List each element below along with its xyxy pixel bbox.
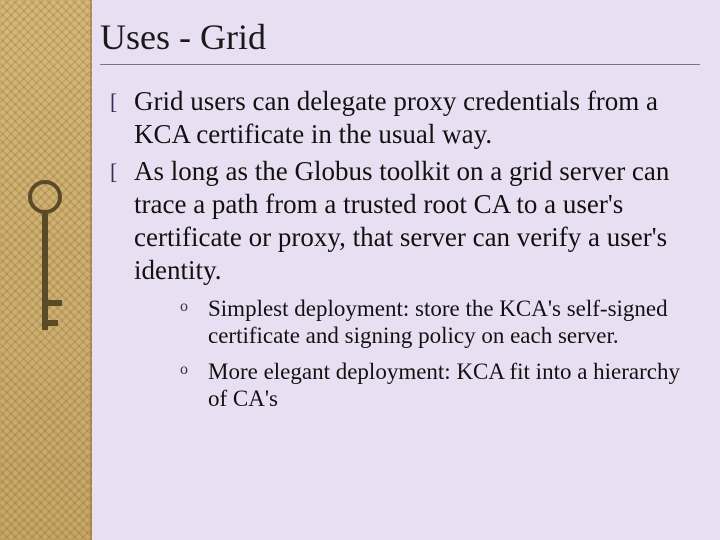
- sub-bullet-text: More elegant deployment: KCA fit into a …: [208, 359, 680, 412]
- main-bullet-list: [ Grid users can delegate proxy credenti…: [110, 85, 700, 287]
- list-item: [ Grid users can delegate proxy credenti…: [110, 85, 688, 151]
- sub-bullet-icon: o: [180, 297, 188, 316]
- sidebar-texture: [0, 0, 92, 540]
- sub-bullet-list: o Simplest deployment: store the KCA's s…: [180, 295, 700, 413]
- bullet-icon: [: [110, 91, 117, 113]
- list-item: o Simplest deployment: store the KCA's s…: [180, 295, 680, 350]
- sub-bullet-text: Simplest deployment: store the KCA's sel…: [208, 296, 668, 349]
- bullet-icon: [: [110, 161, 117, 183]
- key-icon: [28, 180, 62, 360]
- slide-title: Uses - Grid: [100, 16, 700, 65]
- bullet-text: Grid users can delegate proxy credential…: [134, 86, 658, 149]
- list-item: o More elegant deployment: KCA fit into …: [180, 358, 680, 413]
- content-area: Uses - Grid [ Grid users can delegate pr…: [100, 16, 700, 421]
- slide: Uses - Grid [ Grid users can delegate pr…: [0, 0, 720, 540]
- bullet-text: As long as the Globus toolkit on a grid …: [134, 156, 669, 285]
- list-item: [ As long as the Globus toolkit on a gri…: [110, 155, 688, 287]
- sub-bullet-icon: o: [180, 360, 188, 379]
